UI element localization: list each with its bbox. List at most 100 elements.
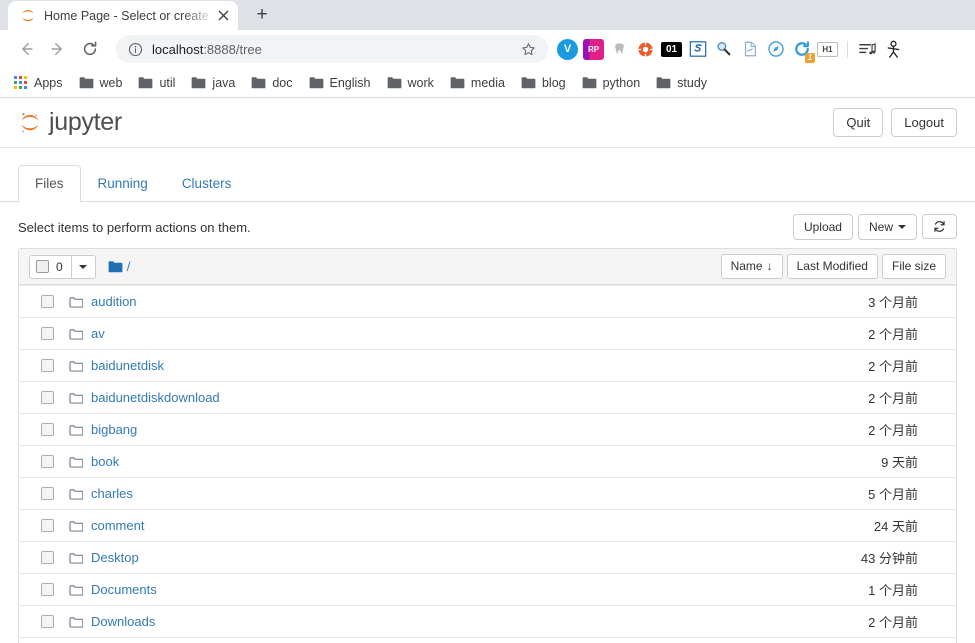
bookmark-doc[interactable]: doc	[243, 73, 300, 93]
bookmark-blog[interactable]: blog	[513, 73, 574, 93]
bookmark-label: study	[677, 75, 708, 90]
bookmark-star-icon[interactable]	[521, 42, 536, 57]
folder-icon	[191, 76, 206, 89]
document-extension-icon[interactable]	[739, 39, 760, 60]
bookmark-web[interactable]: web	[71, 73, 131, 93]
profile-avatar-icon[interactable]	[883, 39, 904, 60]
row-modified: 2 个月前	[868, 327, 918, 342]
selection-hint: Select items to perform actions on them.	[18, 219, 251, 235]
bookmark-python[interactable]: python	[574, 73, 649, 93]
folder-icon	[387, 76, 402, 89]
bookmark-label: java	[212, 75, 236, 90]
row-name-link[interactable]: av	[91, 326, 105, 341]
table-row[interactable]: Desktop 43 分钟前	[19, 541, 956, 573]
select-all-button[interactable]: 0	[29, 254, 72, 279]
table-row[interactable]: comment 24 天前	[19, 509, 956, 541]
logout-button[interactable]: Logout	[891, 107, 957, 138]
breadcrumb-path: /	[126, 259, 131, 274]
new-dropdown-button[interactable]: New	[857, 213, 917, 241]
table-row[interactable]: Downloads 2 个月前	[19, 605, 956, 637]
select-all-checkbox[interactable]	[36, 260, 49, 273]
jupyter-wordmark: jupyter	[49, 108, 122, 136]
lifebuoy-extension-icon[interactable]	[635, 39, 656, 60]
folder-icon	[69, 456, 83, 468]
s-extension-icon[interactable]	[687, 39, 708, 60]
tooth-extension-icon[interactable]	[609, 39, 630, 60]
folder-icon	[69, 296, 83, 308]
bookmark-java[interactable]: java	[183, 73, 243, 93]
row-checkbox[interactable]	[41, 615, 54, 628]
reload-icon[interactable]	[76, 35, 104, 63]
address-bar[interactable]: localhost:8888/tree	[116, 35, 548, 63]
bookmark-study[interactable]: study	[648, 73, 715, 93]
row-name-link[interactable]: charles	[91, 486, 133, 501]
selected-count: 0	[56, 259, 63, 274]
row-name-link[interactable]: book	[91, 454, 119, 469]
sort-by-file-size-button[interactable]: File size	[881, 253, 946, 280]
row-name-link[interactable]: Documents	[91, 582, 157, 597]
h1-extension-icon[interactable]: H1	[817, 41, 838, 57]
folder-icon	[251, 76, 266, 89]
zeroone-extension-icon[interactable]: 01	[661, 41, 682, 57]
rp-extension-icon[interactable]: RP	[583, 38, 604, 60]
table-row[interactable]: Fiddler2 5 个月前	[19, 637, 956, 643]
tab-files[interactable]: Files	[18, 165, 81, 202]
back-arrow-icon[interactable]	[12, 35, 40, 63]
jupyter-logo[interactable]: jupyter	[18, 108, 122, 137]
select-menu-dropdown[interactable]	[71, 254, 96, 279]
browser-tab[interactable]: Home Page - Select or create a notebook	[8, 1, 238, 30]
row-name-link[interactable]: audition	[91, 294, 137, 309]
row-checkbox[interactable]	[41, 423, 54, 436]
row-name-link[interactable]: bigbang	[91, 422, 137, 437]
sync-extension-icon[interactable]: 1	[791, 39, 815, 63]
row-checkbox[interactable]	[41, 455, 54, 468]
row-checkbox[interactable]	[41, 487, 54, 500]
bookmark-label: work	[407, 75, 434, 90]
breadcrumb[interactable]: /	[108, 259, 131, 274]
reading-list-icon[interactable]	[857, 39, 878, 60]
quit-button[interactable]: Quit	[833, 107, 884, 138]
sort-by-last-modified-button[interactable]: Last Modified	[786, 253, 878, 280]
row-name-link[interactable]: Downloads	[91, 614, 155, 629]
table-row[interactable]: baidunetdisk 2 个月前	[19, 349, 956, 381]
file-list-header: 0 / Name ↓ Last Modified File size	[19, 249, 956, 285]
compass-extension-icon[interactable]	[765, 39, 786, 60]
table-row[interactable]: Documents 1 个月前	[19, 573, 956, 605]
row-checkbox[interactable]	[41, 391, 54, 404]
new-tab-button[interactable]: +	[248, 1, 276, 29]
table-row[interactable]: book 9 天前	[19, 445, 956, 477]
forward-arrow-icon[interactable]	[44, 35, 72, 63]
bookmark-apps[interactable]: Apps	[6, 73, 71, 93]
close-icon[interactable]	[214, 7, 232, 25]
jupyter-header: jupyter Quit Logout	[0, 98, 975, 148]
row-name-link[interactable]: baidunetdiskdownload	[91, 390, 220, 405]
row-checkbox[interactable]	[41, 583, 54, 596]
row-name-link[interactable]: comment	[91, 518, 144, 533]
row-checkbox[interactable]	[41, 519, 54, 532]
table-row[interactable]: av 2 个月前	[19, 317, 956, 349]
table-row[interactable]: audition 3 个月前	[19, 285, 956, 317]
row-name-link[interactable]: Desktop	[91, 550, 139, 565]
vimium-extension-icon[interactable]: V	[557, 38, 578, 60]
row-checkbox[interactable]	[41, 551, 54, 564]
table-row[interactable]: charles 5 个月前	[19, 477, 956, 509]
row-checkbox[interactable]	[41, 327, 54, 340]
magnifier-extension-icon[interactable]	[713, 39, 734, 60]
bookmark-work[interactable]: work	[379, 73, 442, 93]
folder-icon	[69, 328, 83, 340]
bookmark-util[interactable]: util	[130, 73, 183, 93]
row-checkbox[interactable]	[41, 359, 54, 372]
row-checkbox[interactable]	[41, 295, 54, 308]
row-name-link[interactable]: baidunetdisk	[91, 358, 164, 373]
table-row[interactable]: baidunetdiskdownload 2 个月前	[19, 381, 956, 413]
sort-by-name-button[interactable]: Name ↓	[720, 253, 783, 280]
upload-button[interactable]: Upload	[792, 213, 853, 241]
table-row[interactable]: bigbang 2 个月前	[19, 413, 956, 445]
page-info-icon[interactable]	[128, 42, 143, 57]
tab-clusters[interactable]: Clusters	[165, 165, 249, 202]
bookmark-media[interactable]: media	[442, 73, 513, 93]
refresh-button[interactable]	[922, 214, 957, 240]
file-list: 0 / Name ↓ Last Modified File size audit…	[18, 248, 957, 643]
tab-running[interactable]: Running	[81, 165, 165, 202]
bookmark-english[interactable]: English	[301, 73, 379, 93]
